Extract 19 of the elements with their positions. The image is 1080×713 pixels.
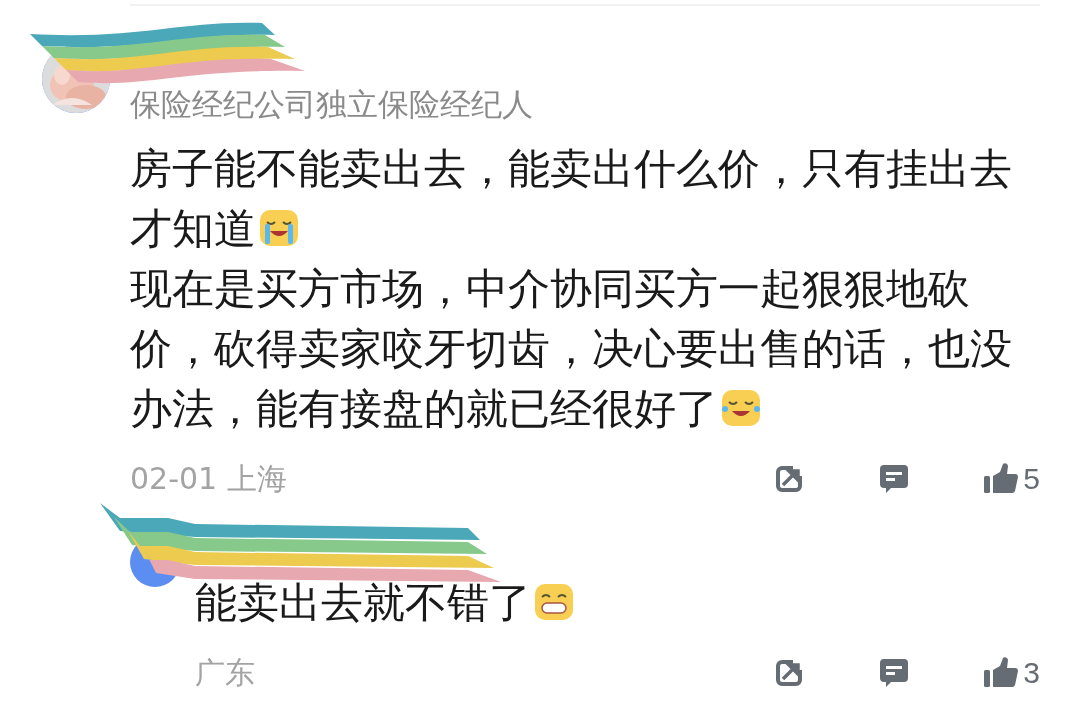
crying-face-icon bbox=[258, 207, 300, 249]
comment-meta: 02-01 上海 bbox=[130, 459, 288, 498]
comment-icon bbox=[878, 463, 911, 495]
comment-button[interactable] bbox=[878, 463, 911, 495]
comment-icon bbox=[878, 657, 911, 689]
grinning-face-icon bbox=[533, 581, 575, 623]
comment-text: 能卖出去就不错了 bbox=[195, 573, 1040, 633]
like-button[interactable]: 3 bbox=[983, 656, 1040, 690]
comment-meta: 广东 bbox=[195, 653, 256, 692]
like-count: 5 bbox=[1023, 462, 1040, 496]
like-button[interactable]: 5 bbox=[983, 462, 1040, 496]
thumbs-up-icon bbox=[983, 657, 1020, 689]
comment-button[interactable] bbox=[878, 657, 911, 689]
comment-text: 房子能不能卖出去，能卖出什么价，只有挂出去才知道 bbox=[130, 143, 1013, 255]
like-count: 3 bbox=[1023, 656, 1040, 690]
user-title: 保险经纪公司独立保险经纪人 bbox=[130, 85, 534, 124]
comment-text: 现在是买方市场，中介协同买方一起狠狠地砍价，砍得卖家咬牙切齿，决心要出售的话，也没办法，能有接盘的就已经很好了 bbox=[130, 263, 1013, 435]
thumbs-up-icon bbox=[983, 463, 1020, 495]
laughing-face-icon bbox=[720, 387, 762, 429]
